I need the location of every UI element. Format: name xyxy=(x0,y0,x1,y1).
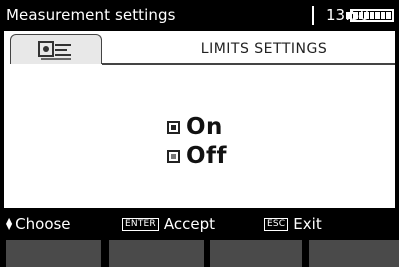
status-title: Measurement settings xyxy=(6,6,176,24)
device-screen: Measurement settings 13:50 LIMITS SETTIN… xyxy=(0,0,399,267)
checkbox-checked-icon[interactable] xyxy=(167,120,180,134)
softkey-4[interactable] xyxy=(309,240,399,267)
hint-exit: ESC Exit xyxy=(264,215,322,233)
tab-measurement[interactable] xyxy=(10,34,102,64)
esc-key-icon: ESC xyxy=(264,217,289,231)
options-panel: On Off xyxy=(4,65,395,208)
softkey-1[interactable] xyxy=(6,240,101,267)
hint-choose: ▲ ▼ Choose xyxy=(6,215,71,233)
option-on[interactable]: On xyxy=(167,114,223,140)
hint-bar: ▲ ▼ Choose ENTER Accept ESC Exit xyxy=(0,210,399,237)
softkey-2[interactable] xyxy=(109,240,204,267)
choose-label: Choose xyxy=(15,215,71,233)
battery-icon xyxy=(350,9,394,22)
enter-key-icon: ENTER xyxy=(122,217,159,231)
option-off-label: Off xyxy=(186,143,228,169)
exit-label: Exit xyxy=(293,215,322,233)
option-on-label: On xyxy=(186,114,223,140)
header-bar: LIMITS SETTINGS xyxy=(4,31,395,65)
measurement-tab-icon xyxy=(38,41,71,60)
accept-label: Accept xyxy=(163,215,215,233)
status-divider xyxy=(312,6,314,25)
status-bar: Measurement settings 13:50 xyxy=(0,0,399,30)
option-off[interactable]: Off xyxy=(167,143,227,169)
up-down-arrows-icon: ▲ ▼ xyxy=(6,216,13,231)
page-title: LIMITS SETTINGS xyxy=(200,41,328,57)
softkey-3[interactable] xyxy=(210,240,302,267)
softkey-row xyxy=(0,240,399,267)
hint-accept: ENTER Accept xyxy=(122,215,215,233)
checkbox-unchecked-icon[interactable] xyxy=(167,149,180,163)
